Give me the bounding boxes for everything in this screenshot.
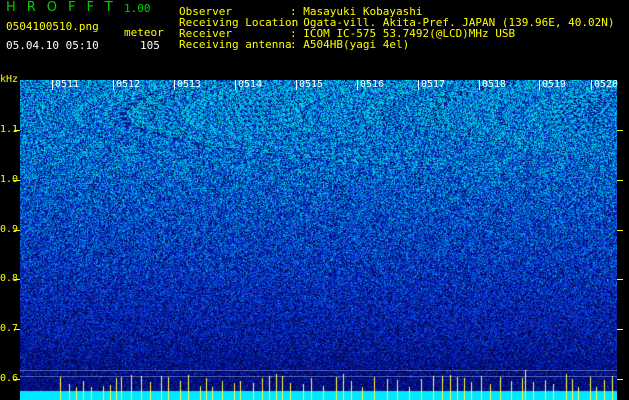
- y-tick-mark: [14, 379, 20, 380]
- minute-marker: [591, 80, 592, 90]
- minute-marker: [113, 80, 114, 90]
- datetime: 05.04.10 05:10: [6, 39, 99, 52]
- y-tick-mark: [14, 329, 20, 330]
- right-tick-mark: [617, 279, 623, 280]
- right-tick-mark: [617, 379, 623, 380]
- x-tick-label: 0512: [116, 79, 141, 90]
- header-panel: HROFFT 1.00 0504100510.png meteor 05.04.…: [0, 0, 629, 74]
- x-tick-label: 0519: [542, 79, 567, 90]
- x-tick-label: 0520: [594, 79, 619, 90]
- spectrogram-canvas: [20, 80, 617, 400]
- minute-marker: [296, 80, 297, 90]
- app-title: HROFFT: [6, 0, 124, 15]
- antenna-key: Receiving antenna: [179, 38, 292, 51]
- x-tick-label: 0518: [482, 79, 507, 90]
- right-tick-mark: [617, 230, 623, 231]
- x-tick-label: 0516: [360, 79, 385, 90]
- minute-marker: [418, 80, 419, 90]
- y-axis-unit: kHz: [0, 74, 19, 85]
- minute-marker: [539, 80, 540, 90]
- minute-marker: [357, 80, 358, 90]
- y-tick-mark: [14, 279, 20, 280]
- y-tick-mark: [14, 230, 20, 231]
- x-tick-label: 0511: [55, 79, 80, 90]
- y-tick-mark: [14, 130, 20, 131]
- reference-line: [20, 370, 617, 371]
- meteor-label: meteor: [124, 26, 164, 39]
- minute-marker: [52, 80, 53, 90]
- antenna-value: : A504HB(yagi 4el): [290, 38, 410, 51]
- right-tick-mark: [617, 180, 623, 181]
- x-tick-label: 0513: [177, 79, 202, 90]
- y-axis: kHz 1.1 1.0 0.9 0.8 0.7 0.6: [0, 74, 20, 400]
- filename: 0504100510.png: [6, 20, 99, 33]
- app-version: 1.00: [124, 2, 151, 15]
- x-tick-label: 0514: [238, 79, 263, 90]
- right-tick-mark: [617, 130, 623, 131]
- x-tick-label: 0515: [299, 79, 324, 90]
- minute-marker: [235, 80, 236, 90]
- y-tick-mark: [14, 180, 20, 181]
- meteor-count: 105: [140, 39, 160, 52]
- reference-line: [20, 376, 617, 377]
- x-tick-label: 0517: [421, 79, 446, 90]
- right-axis: [617, 80, 629, 400]
- minute-marker: [479, 80, 480, 90]
- minute-marker: [174, 80, 175, 90]
- right-tick-mark: [617, 329, 623, 330]
